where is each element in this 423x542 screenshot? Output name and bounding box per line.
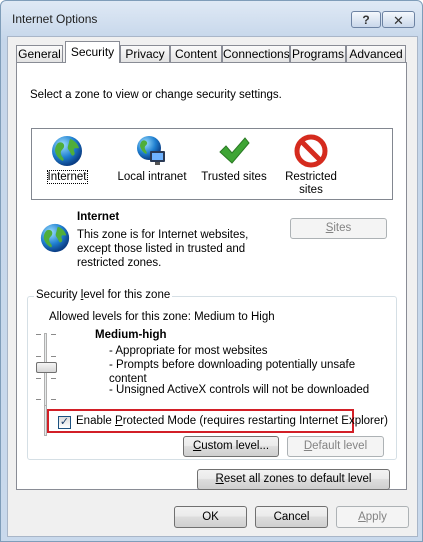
tab-general[interactable]: General xyxy=(16,45,63,62)
slider-tick xyxy=(36,356,41,357)
help-button[interactable]: ? xyxy=(351,11,381,28)
tab-programs[interactable]: Programs xyxy=(290,45,346,62)
zone-local-intranet-label: Local intranet xyxy=(117,171,187,183)
slider-tick xyxy=(51,378,56,379)
security-level-slider-thumb[interactable] xyxy=(36,362,57,373)
zone-list: Internet Local intranet Trusted sites Re… xyxy=(31,128,393,200)
close-button[interactable]: ✕ xyxy=(382,11,415,28)
default-level-button[interactable]: Default level xyxy=(287,436,384,457)
protected-mode-label-suffix: rotected Mode (requires restarting Inter… xyxy=(122,415,388,427)
protected-mode-label[interactable]: Enable Protected Mode (requires restarti… xyxy=(76,415,388,427)
internet-options-window: Internet Options ? ✕ General Security Pr… xyxy=(0,0,423,542)
globe-icon xyxy=(52,136,82,166)
protected-mode-highlight: ✓ Enable Protected Mode (requires restar… xyxy=(47,409,388,433)
custom-level-label: ustom level... xyxy=(201,440,270,452)
intranet-icon xyxy=(137,136,165,165)
zone-prompt: Select a zone to view or change security… xyxy=(30,89,282,101)
slider-tick xyxy=(36,378,41,379)
slider-tick xyxy=(36,334,41,335)
zone-trusted-sites[interactable]: Trusted sites xyxy=(200,134,268,184)
tab-privacy[interactable]: Privacy xyxy=(120,45,170,62)
window-title: Internet Options xyxy=(12,12,98,26)
group-title-suffix: evel for this zone xyxy=(83,289,171,301)
slider-tick xyxy=(51,334,56,335)
tab-connections[interactable]: Connections xyxy=(222,45,290,62)
zone-internet-label: Internet xyxy=(46,170,88,184)
zone-restricted-label-line2: sites xyxy=(299,184,323,196)
level-bullet-1: - Appropriate for most websites xyxy=(109,345,268,357)
restricted-icon xyxy=(294,134,328,168)
slider-tick xyxy=(51,399,56,400)
security-level-group-title: Security level for this zone xyxy=(34,289,173,301)
zone-info-desc-line2: except those listed in trusted and xyxy=(77,243,246,255)
custom-level-button[interactable]: Custom level... xyxy=(183,436,279,457)
apply-label: pply xyxy=(365,511,387,523)
sites-button-label: ites xyxy=(333,222,352,234)
zone-local-intranet[interactable]: Local intranet xyxy=(112,134,192,184)
checkmark-icon xyxy=(219,137,250,164)
reset-all-zones-button[interactable]: Reset all zones to default level xyxy=(197,469,390,490)
apply-button[interactable]: Apply xyxy=(336,506,409,528)
selected-zone-globe-icon xyxy=(40,223,70,253)
zone-restricted-sites-label: Restricted sites xyxy=(285,171,337,196)
sites-button[interactable]: Sites xyxy=(290,218,387,239)
security-tab-panel: Select a zone to view or change security… xyxy=(16,62,407,490)
zone-info-title: Internet xyxy=(77,211,120,223)
slider-tick xyxy=(51,356,56,357)
cancel-button[interactable]: Cancel xyxy=(255,506,328,528)
level-bullet-3: - Unsigned ActiveX controls will not be … xyxy=(109,384,370,396)
protected-mode-mnemonic: P xyxy=(115,415,123,427)
tab-advanced[interactable]: Advanced xyxy=(346,45,406,62)
reset-mnemonic: R xyxy=(215,473,224,485)
zone-restricted-sites[interactable]: Restricted sites xyxy=(280,134,342,197)
security-level-name: Medium-high xyxy=(95,329,167,341)
zone-trusted-sites-label: Trusted sites xyxy=(201,171,267,183)
default-level-label: efault level xyxy=(312,440,368,452)
tab-security[interactable]: Security xyxy=(65,41,120,63)
dialog-client-area: General Security Privacy Content Connect… xyxy=(7,36,418,537)
zone-restricted-label-line1: Restricted xyxy=(285,171,337,183)
tab-content[interactable]: Content xyxy=(170,45,222,62)
apply-mnemonic: A xyxy=(358,511,366,523)
zone-info-desc-line1: This zone is for Internet websites, xyxy=(77,229,249,241)
protected-mode-label-prefix: Enable xyxy=(76,415,116,427)
title-bar[interactable]: Internet Options ? ✕ xyxy=(1,1,422,37)
zone-info-desc-line3: restricted zones. xyxy=(77,257,162,269)
slider-tick xyxy=(36,399,41,400)
protected-mode-checkbox[interactable]: ✓ xyxy=(58,416,71,429)
group-title-prefix: Security xyxy=(36,289,81,301)
reset-label: eset all zones to default level xyxy=(223,473,372,485)
ok-button[interactable]: OK xyxy=(174,506,247,528)
default-level-mnemonic: D xyxy=(303,440,313,452)
level-bullet-2: - Prompts before downloading potentially… xyxy=(109,359,356,371)
allowed-levels-text: Allowed levels for this zone: Medium to … xyxy=(49,311,275,323)
zone-internet[interactable]: Internet xyxy=(42,134,92,184)
